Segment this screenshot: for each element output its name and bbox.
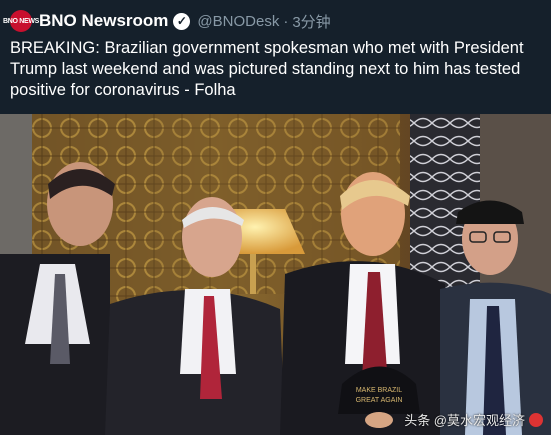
tweet-photo[interactable]: MAKE BRAZIL GREAT AGAIN 头条 @莫水宏观经济 [0,114,551,435]
timestamp[interactable]: 3分钟 [292,11,330,32]
watermark-text: 头条 @莫水宏观经济 [404,413,525,428]
tweet-header: BNO NEWS BNO Newsroom ✓ @BNODesk · 3分钟 [3,8,331,34]
account-handle[interactable]: @BNODesk [197,13,279,30]
separator: · [283,12,289,30]
verified-badge-icon: ✓ [173,12,191,30]
watermark-logo-icon [529,412,543,427]
tweet-text: BREAKING: Brazilian government spokesman… [10,39,524,99]
cap-text-line2: GREAT AGAIN [356,397,403,404]
photo-scene: MAKE BRAZIL GREAT AGAIN [0,114,551,435]
avatar-label: BNO NEWS [2,17,40,25]
cap-text-line1: MAKE BRAZIL [356,387,402,394]
account-name[interactable]: BNO Newsroom [39,11,168,31]
watermark: 头条 @莫水宏观经济 [404,410,543,429]
avatar[interactable]: BNO NEWS [3,10,39,32]
